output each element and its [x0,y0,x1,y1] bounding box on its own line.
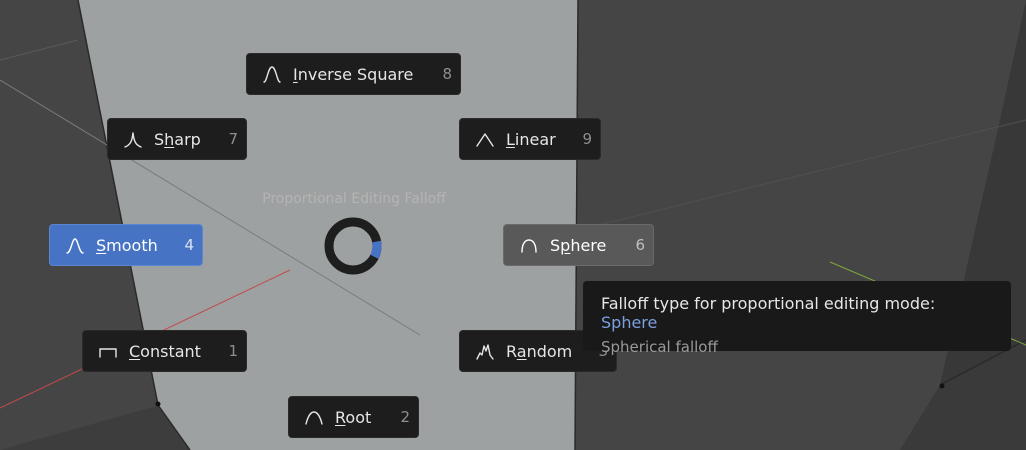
pie-item-label: Smooth [96,235,158,255]
tooltip-line-1: Falloff type for proportional editing mo… [601,294,936,332]
tooltip-line-2: Spherical falloff [601,338,718,356]
sharp-falloff-icon [122,128,144,150]
mnemonic-letter: S [96,235,107,255]
shortcut-key: 1 [228,342,238,360]
pie-item-label: Sharp [154,129,201,149]
pie-item-label: Root [335,407,372,427]
mnemonic-letter: p [560,235,571,255]
mnemonic-letter: L [506,129,515,149]
pie-item-label: Sphere [550,235,607,255]
pie-item-root[interactable]: Root 2 [288,396,419,438]
pie-item-label: Random [506,341,573,361]
shortcut-key: 9 [582,130,592,148]
pie-item-label: Constant [129,341,201,361]
shortcut-key: 4 [184,236,194,254]
inverse-square-falloff-icon [261,63,283,85]
pie-item-sharp[interactable]: Sharp 7 [107,118,247,160]
mnemonic-letter: R [335,407,346,427]
pie-item-label: Inverse Square [293,64,414,84]
pie-item-label: Linear [506,129,556,149]
smooth-falloff-icon [64,234,86,256]
root-falloff-icon [303,406,325,428]
mnemonic-letter: h [164,129,175,149]
mnemonic-letter: a [516,341,527,361]
tooltip: Falloff type for proportional editing mo… [583,281,1011,356]
shortcut-key: 7 [228,130,238,148]
random-falloff-icon [474,340,496,362]
tooltip-value: Sphere [601,313,658,332]
pie-item-smooth[interactable]: Smooth 4 [49,224,203,266]
shortcut-key: 8 [442,65,452,83]
pie-center-direction-indicator [324,217,382,275]
pie-item-sphere[interactable]: Sphere 6 [503,224,654,266]
shortcut-key: 6 [635,236,645,254]
shortcut-key: 2 [400,408,410,426]
pie-menu-title: Proportional Editing Falloff [262,191,446,207]
mnemonic-letter: C [129,341,141,361]
pie-item-constant[interactable]: Constant 1 [82,330,247,372]
pie-item-linear[interactable]: Linear 9 [459,118,601,160]
pie-item-inverse-square[interactable]: Inverse Square 8 [246,53,461,95]
constant-falloff-icon [97,340,119,362]
linear-falloff-icon [474,128,496,150]
sphere-falloff-icon [518,234,540,256]
